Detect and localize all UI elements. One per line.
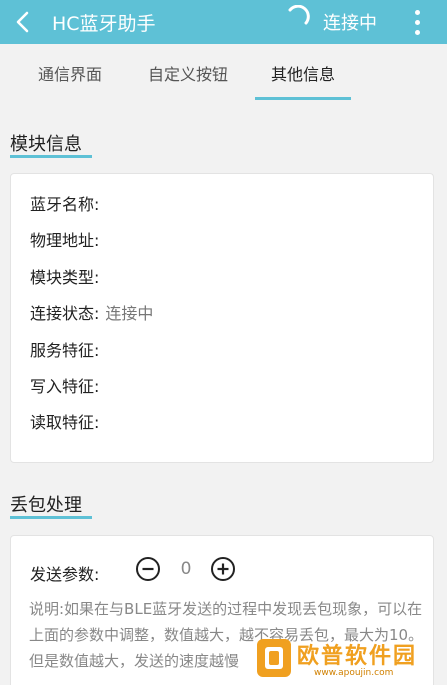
spinner-icon	[288, 5, 310, 25]
info-row-status: 连接状态: 连接中	[30, 300, 153, 324]
info-label: 模块类型:	[30, 268, 100, 287]
info-row-write: 写入特征:	[30, 373, 105, 397]
watermark: 欧普软件园 www.apoujin.com	[252, 634, 442, 682]
info-value: 连接中	[105, 304, 154, 323]
more-vert-icon	[414, 9, 420, 15]
tab-custom-buttons[interactable]: 自定义按钮	[134, 44, 242, 102]
watermark-logo-icon	[257, 639, 291, 677]
info-label: 连接状态:	[30, 304, 100, 323]
info-row-type: 模块类型:	[30, 264, 105, 288]
module-info-title: 模块信息	[10, 134, 82, 155]
back-icon	[16, 11, 29, 33]
info-label: 物理地址:	[30, 231, 100, 250]
info-label: 写入特征:	[30, 377, 100, 396]
info-row-name: 蓝牙名称:	[30, 191, 105, 215]
packet-loss-title: 丢包处理	[10, 495, 82, 516]
send-param-label: 发送参数:	[30, 565, 100, 584]
increment-button[interactable]	[210, 556, 236, 582]
connection-status[interactable]: 连接中	[323, 9, 377, 35]
watermark-text: 欧普软件园	[297, 644, 418, 669]
info-row-read: 读取特征:	[30, 409, 105, 433]
app-bar: HC蓝牙助手 连接中	[0, 0, 447, 44]
info-label: 蓝牙名称:	[30, 195, 100, 214]
module-info-underline	[10, 155, 92, 158]
tab-communication[interactable]: 通信界面	[18, 44, 122, 102]
packet-loss-underline	[10, 516, 92, 519]
info-label: 读取特征:	[30, 413, 100, 432]
tab-indicator	[255, 97, 351, 100]
module-info-card: 蓝牙名称: 物理地址: 模块类型: 连接状态: 连接中 服务特征: 写入特征: …	[10, 173, 434, 463]
info-label: 服务特征:	[30, 341, 100, 360]
more-menu-button[interactable]	[405, 2, 429, 42]
info-row-service: 服务特征:	[30, 337, 105, 361]
info-row-mac: 物理地址:	[30, 227, 105, 251]
app-title: HC蓝牙助手	[52, 13, 156, 35]
tab-bar: 通信界面 自定义按钮 其他信息	[0, 44, 447, 102]
watermark-url: www.apoujin.com	[314, 668, 394, 678]
back-button[interactable]	[8, 2, 38, 42]
send-param-value: 0	[180, 559, 192, 579]
decrement-button[interactable]	[135, 556, 161, 582]
tab-other-info[interactable]: 其他信息	[255, 44, 351, 102]
